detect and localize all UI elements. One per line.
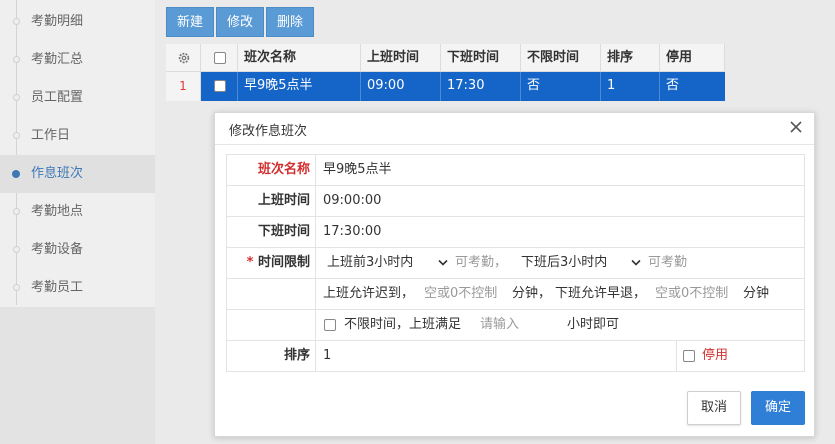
bullet-icon <box>13 132 20 139</box>
column-header[interactable]: 停用 <box>660 44 725 72</box>
bullet-icon <box>12 170 20 178</box>
cell-sort: 1 <box>601 72 660 101</box>
cell-disabled: 否 <box>666 78 680 93</box>
form-row-start: 上班时间 09:00:00 <box>226 185 805 216</box>
form-row-name: 班次名称 早9晚5点半 <box>226 154 805 185</box>
table-settings-cell[interactable] <box>166 44 201 72</box>
row-number: 1 <box>166 72 201 101</box>
sidebar-item-label: 考勤汇总 <box>31 52 84 67</box>
sidebar-item-locations[interactable]: 考勤地点 <box>0 193 155 231</box>
empty-label <box>227 310 316 340</box>
early-unit: 分钟 <box>743 286 770 301</box>
unlimited-checkbox[interactable] <box>324 319 336 331</box>
before-work-suffix: 可考勤， <box>455 255 508 270</box>
new-button[interactable]: 新建 <box>166 7 215 37</box>
sort-input[interactable]: 1 <box>323 341 331 371</box>
sidebar-item-label: 员工配置 <box>31 90 84 105</box>
form-row-late-early: 上班允许迟到， 空或0不控制 分钟， 下班允许早退， 空或0不控制 分钟 <box>226 278 805 309</box>
bullet-icon <box>13 18 20 25</box>
column-header[interactable]: 班次名称 <box>238 44 361 72</box>
column-header[interactable]: 排序 <box>601 44 660 72</box>
late-minutes-input[interactable]: 空或0不控制 <box>424 279 497 309</box>
after-work-suffix: 可考勤 <box>648 255 688 270</box>
required-mark: * <box>246 255 254 270</box>
close-icon[interactable] <box>788 119 804 135</box>
end-time-label: 下班时间 <box>227 217 316 247</box>
end-time-input[interactable]: 17:30:00 <box>323 217 381 247</box>
form-row-sort: 排序 1 停用 <box>226 340 805 372</box>
column-header[interactable]: 不限时间 <box>521 44 601 72</box>
unlimited-label: 不限时间，上班满足 <box>344 317 462 332</box>
bullet-icon <box>13 94 20 101</box>
disable-checkbox[interactable] <box>683 350 695 362</box>
cell-end-time: 17:30 <box>441 72 521 101</box>
sidebar-item-attendance-detail[interactable]: 考勤明细 <box>0 3 155 41</box>
disable-label: 停用 <box>702 348 729 363</box>
name-input[interactable]: 早9晚5点半 <box>323 155 392 185</box>
limit-label: 时间限制 <box>257 255 310 270</box>
after-work-select-value: 下班后3小时内 <box>521 255 608 270</box>
hours-input[interactable]: 请输入 <box>480 310 519 340</box>
cell-divider <box>676 341 677 372</box>
form-row-end: 下班时间 17:30:00 <box>226 216 805 247</box>
sidebar-item-label: 考勤设备 <box>31 242 84 257</box>
start-time-label: 上班时间 <box>227 186 316 216</box>
before-work-select[interactable]: 上班前3小时内 <box>327 253 448 273</box>
sidebar-item-label: 考勤地点 <box>31 204 84 219</box>
gear-icon[interactable] <box>177 51 191 65</box>
after-work-select[interactable]: 下班后3小时内 <box>521 253 641 273</box>
late-unit: 分钟， <box>512 286 552 301</box>
form-row-unlimited: 不限时间，上班满足 请输入 小时即可 <box>226 309 805 340</box>
shift-table: 班次名称 上班时间 下班时间 不限时间 排序 停用 1 早9晚5点半 09:00… <box>166 44 725 101</box>
sidebar-item-label: 考勤员工 <box>31 280 84 295</box>
select-all-checkbox[interactable] <box>214 52 226 64</box>
sidebar-item-label: 作息班次 <box>31 166 84 181</box>
table-header: 班次名称 上班时间 下班时间 不限时间 排序 停用 <box>166 44 725 72</box>
table-row[interactable]: 1 早9晚5点半 09:00 17:30 否 1 否 <box>166 72 725 101</box>
name-label: 班次名称 <box>227 155 316 185</box>
delete-button[interactable]: 删除 <box>266 7 315 37</box>
sidebar: 考勤明细 考勤汇总 员工配置 工作日 作息班次 考勤地点 考勤设备 考勤员工 <box>0 0 155 444</box>
bullet-icon <box>13 56 20 63</box>
sidebar-item-workday[interactable]: 工作日 <box>0 117 155 155</box>
column-header[interactable]: 上班时间 <box>361 44 441 72</box>
chevron-down-icon <box>631 259 641 266</box>
dialog-divider <box>215 144 814 145</box>
sidebar-item-employees[interactable]: 考勤员工 <box>0 269 155 307</box>
limit-label-cell: * 时间限制 <box>227 248 316 278</box>
edit-shift-dialog: 修改作息班次 班次名称 早9晚5点半 上班时间 09:00:00 下班时间 17… <box>214 112 815 437</box>
cancel-button[interactable]: 取消 <box>687 391 741 425</box>
row-select-cell[interactable] <box>201 72 238 101</box>
bullet-icon <box>13 208 20 215</box>
column-header[interactable]: 下班时间 <box>441 44 521 72</box>
sidebar-item-attendance-summary[interactable]: 考勤汇总 <box>0 41 155 79</box>
before-work-select-value: 上班前3小时内 <box>327 255 414 270</box>
confirm-button[interactable]: 确定 <box>751 391 805 425</box>
bullet-icon <box>13 246 20 253</box>
cell-start-time: 09:00 <box>361 72 441 101</box>
sidebar-item-shifts[interactable]: 作息班次 <box>0 155 155 193</box>
start-time-input[interactable]: 09:00:00 <box>323 186 381 216</box>
sidebar-item-label: 工作日 <box>31 128 71 143</box>
chevron-down-icon <box>438 259 448 266</box>
early-prefix: 下班允许早退， <box>555 286 647 301</box>
bullet-icon <box>13 284 20 291</box>
sidebar-item-staff-config[interactable]: 员工配置 <box>0 79 155 117</box>
cell-shift-name: 早9晚5点半 <box>238 72 361 101</box>
empty-label <box>227 279 316 309</box>
sidebar-menu: 考勤明细 考勤汇总 员工配置 工作日 作息班次 考勤地点 考勤设备 考勤员工 <box>0 0 155 307</box>
edit-button[interactable]: 修改 <box>216 7 265 37</box>
select-all-cell[interactable] <box>201 44 238 72</box>
early-minutes-input[interactable]: 空或0不控制 <box>655 279 728 309</box>
form-row-limit: * 时间限制 上班前3小时内 可考勤， 下班后3小时内 可考勤 <box>226 247 805 278</box>
row-checkbox[interactable] <box>214 80 226 92</box>
late-prefix: 上班允许迟到， <box>323 286 415 301</box>
cell-unlimited: 否 <box>521 72 601 101</box>
sidebar-item-label: 考勤明细 <box>31 14 84 29</box>
dialog-title: 修改作息班次 <box>229 124 308 139</box>
sort-label: 排序 <box>227 341 316 371</box>
hours-suffix: 小时即可 <box>567 317 620 332</box>
sidebar-item-devices[interactable]: 考勤设备 <box>0 231 155 269</box>
